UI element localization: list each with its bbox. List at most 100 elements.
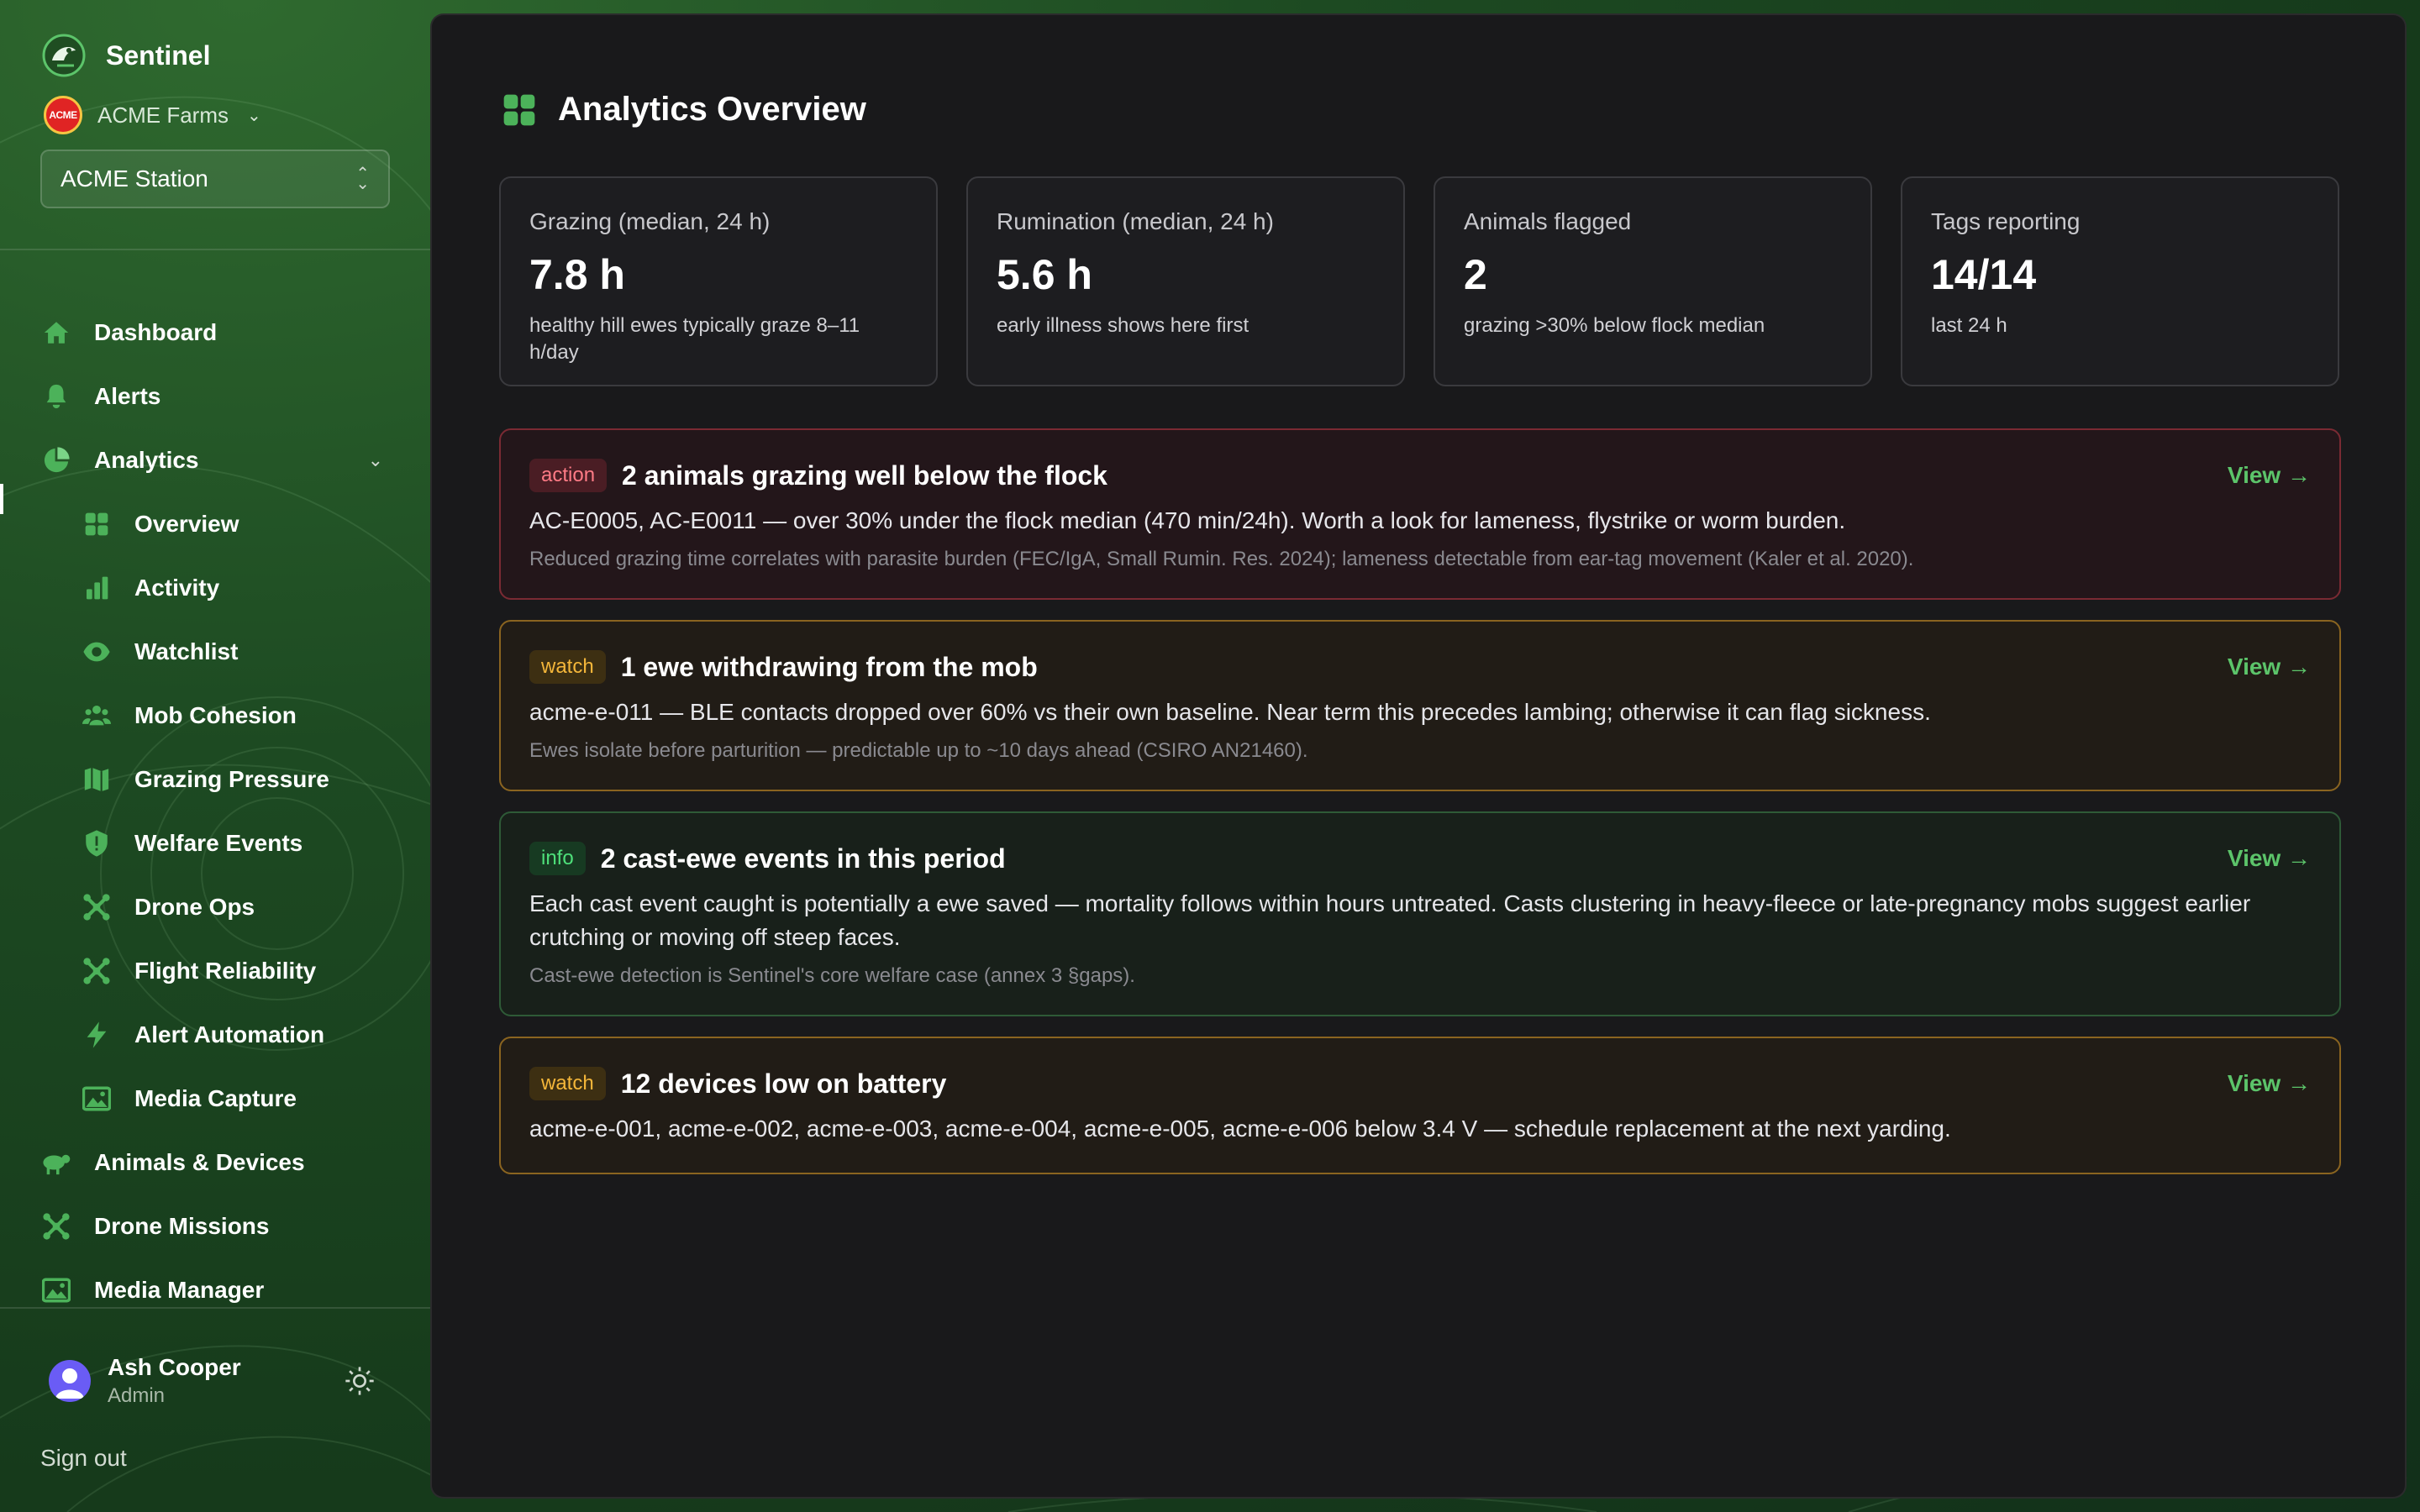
sidebar-item-label: Dashboard (94, 319, 218, 345)
sidebar-item-label: Media Manager (94, 1277, 265, 1303)
user-profile[interactable]: Ash Cooper Admin (49, 1354, 241, 1408)
stat-note: healthy hill ewes typically graze 8–11 h… (529, 314, 860, 364)
card-title: 12 devices low on battery (620, 1068, 947, 1099)
stat-label: Grazing (median, 24 h) (529, 208, 771, 234)
sidebar-item-label: Media Capture (134, 1085, 297, 1111)
sidebar-item-grazing-pressure[interactable]: Grazing Pressure (81, 754, 400, 805)
status-badge: info (529, 842, 586, 875)
home-icon (40, 317, 72, 349)
view-link[interactable]: View → (2228, 654, 2311, 680)
card-title: 1 ewe withdrawing from the mob (620, 651, 1038, 682)
shield-icon (81, 827, 113, 859)
group-icon (81, 700, 113, 732)
sidebar-item-alert-automation[interactable]: Alert Automation (81, 1010, 400, 1060)
sidebar-item-drone-ops[interactable]: Drone Ops (81, 882, 400, 932)
bell-icon (40, 381, 72, 412)
lightning-icon (81, 1019, 113, 1051)
stat-cards: Grazing (median, 24 h) 7.8 h healthy hil… (499, 176, 2339, 386)
org-switcher[interactable]: ACME ACME Farms ⌄ (44, 96, 261, 134)
sidebar-item-label: Drone Ops (134, 894, 255, 920)
sidebar-item-label: Alerts (94, 383, 161, 409)
app-name: Sentinel (106, 39, 211, 71)
sidebar-item-overview[interactable]: Overview (81, 499, 400, 549)
stat-card-animals-flagged: Animals flagged 2 grazing >30% below flo… (1434, 176, 1872, 386)
sidebar-item-label: Animals & Devices (94, 1149, 305, 1175)
brand[interactable]: Sentinel (40, 32, 210, 79)
card-body: Each cast event caught is potentially a … (529, 890, 2251, 950)
main-panel: Analytics Overview Grazing (median, 24 h… (430, 13, 2407, 1499)
status-badge: watch (529, 1067, 606, 1100)
sidebar: Sentinel ACME ACME Farms ⌄ ACME Station … (0, 0, 430, 1512)
grid-icon (503, 94, 535, 125)
card-header: action 2 animals grazing well below the … (529, 459, 2311, 492)
sidebar-item-animals-devices[interactable]: Animals & Devices (40, 1137, 393, 1188)
chevron-down-icon: ⌄ (367, 449, 383, 470)
status-badge: action (529, 459, 608, 492)
page-header: Analytics Overview (502, 91, 866, 129)
card-body: AC-E0005, AC-E0011 — over 30% under the … (529, 507, 1846, 533)
active-indicator (0, 484, 3, 514)
sidebar-item-media-capture[interactable]: Media Capture (81, 1074, 400, 1124)
pie-chart-icon (40, 444, 72, 476)
user-role: Admin (108, 1384, 166, 1407)
org-logo: ACME (44, 96, 82, 134)
sidebar-item-mob-cohesion[interactable]: Mob Cohesion (81, 690, 400, 741)
sidebar-divider (0, 249, 430, 250)
user-name: Ash Cooper (108, 1354, 241, 1380)
sidebar-item-label: Flight Reliability (134, 958, 317, 984)
sidebar-item-welfare-events[interactable]: Welfare Events (81, 818, 400, 869)
sidebar-item-drone-missions[interactable]: Drone Missions (40, 1201, 393, 1252)
station-select[interactable]: ACME Station ⌃ ⌄ (40, 150, 390, 208)
sidebar-divider (0, 1307, 430, 1309)
updown-chevron-icon: ⌃ ⌄ (355, 165, 370, 193)
sidebar-item-label: Alert Automation (134, 1021, 325, 1047)
image-icon (40, 1274, 72, 1306)
sidebar-item-analytics[interactable]: Analytics ⌄ (40, 435, 393, 486)
stat-card-rumination: Rumination (median, 24 h) 5.6 h early il… (966, 176, 1405, 386)
sidebar-item-label: Mob Cohesion (134, 702, 297, 728)
status-badge: watch (529, 650, 606, 684)
bar-chart-icon (81, 572, 113, 604)
sentinel-logo-icon (42, 34, 86, 77)
sidebar-item-flight-reliability[interactable]: Flight Reliability (81, 946, 400, 996)
card-title: 2 cast-ewe events in this period (600, 843, 1006, 874)
card-body: acme-e-001, acme-e-002, acme-e-003, acme… (529, 1116, 1951, 1142)
view-link[interactable]: View → (2228, 462, 2311, 489)
sidebar-item-label: Activity (134, 575, 220, 601)
card-reference: Ewes isolate before parturition — predic… (529, 739, 1308, 762)
drone-icon (81, 891, 113, 923)
card-reference: Reduced grazing time correlates with par… (529, 548, 1914, 570)
card-header: watch 12 devices low on battery View → (529, 1067, 2311, 1100)
stat-value: 2 (1464, 251, 1487, 298)
sidebar-item-dashboard[interactable]: Dashboard (40, 307, 393, 358)
sidebar-item-watchlist[interactable]: Watchlist (81, 627, 400, 677)
drone-icon (81, 955, 113, 987)
sidebar-item-label: Grazing Pressure (134, 766, 329, 792)
card-reference: Cast-ewe detection is Sentinel's core we… (529, 964, 1135, 987)
stat-card-grazing: Grazing (median, 24 h) 7.8 h healthy hil… (499, 176, 938, 386)
insight-card-withdrawing: watch 1 ewe withdrawing from the mob Vie… (499, 620, 2341, 791)
sun-icon[interactable] (343, 1364, 376, 1398)
drone-icon (40, 1210, 72, 1242)
avatar (49, 1360, 91, 1402)
sidebar-item-alerts[interactable]: Alerts (40, 371, 393, 422)
sidebar-item-label: Drone Missions (94, 1213, 270, 1239)
view-link[interactable]: View → (2228, 845, 2311, 872)
sidebar-item-label: Overview (134, 511, 239, 537)
insight-card-cast-ewe: info 2 cast-ewe events in this period Vi… (499, 811, 2341, 1016)
insight-card-grazing: action 2 animals grazing well below the … (499, 428, 2341, 600)
stat-note: last 24 h (1931, 314, 2007, 337)
image-icon (81, 1083, 113, 1115)
view-link[interactable]: View → (2228, 1070, 2311, 1097)
stat-value: 14/14 (1931, 251, 2037, 298)
page-title: Analytics Overview (558, 91, 866, 128)
card-body: acme-e-011 — BLE contacts dropped over 6… (529, 699, 1931, 725)
sign-out-link[interactable]: Sign out (40, 1445, 127, 1472)
sidebar-item-label: Welfare Events (134, 830, 303, 856)
eye-icon (81, 636, 113, 668)
stat-value: 5.6 h (997, 251, 1092, 298)
sidebar-item-activity[interactable]: Activity (81, 563, 400, 613)
stat-note: grazing >30% below flock median (1464, 314, 1765, 337)
station-selected: ACME Station (60, 165, 208, 192)
map-icon (81, 764, 113, 795)
